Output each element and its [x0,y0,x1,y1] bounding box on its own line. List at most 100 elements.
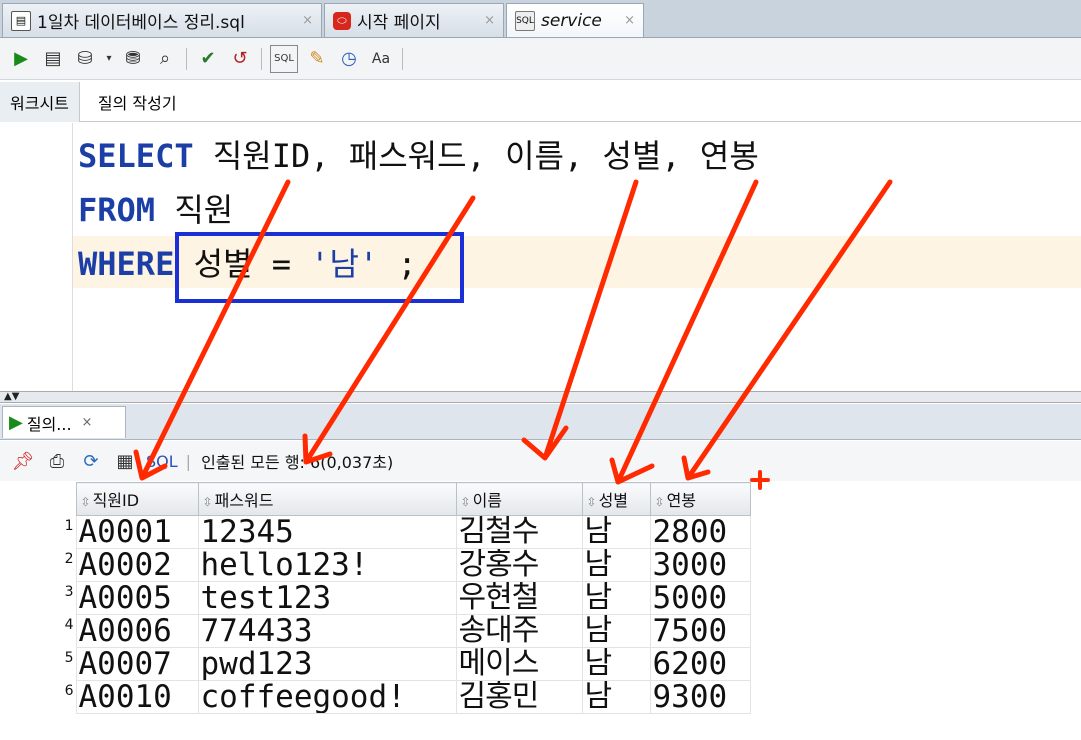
cell-password[interactable]: 12345 [197,515,457,549]
cell-name[interactable]: 우현철 [455,581,583,615]
sort-icon: ⇳ [202,495,213,509]
autotrace-icon[interactable]: ⛁ [72,46,98,72]
dropdown-arrow-icon[interactable]: ▾ [104,46,114,72]
cell-name[interactable]: 김철수 [455,515,583,549]
explain-plan-icon[interactable]: ⛃ [120,46,146,72]
sql-line-2[interactable]: FROM 직원 [78,184,233,236]
tab-worksheet[interactable]: 워크시트 [0,81,80,122]
row-number-header [0,482,76,516]
cell-id[interactable]: A0002 [75,548,199,582]
table-row[interactable]: 1 A0001 12345 김철수 남 2800 [0,515,751,549]
cell-salary[interactable]: 2800 [649,515,751,549]
cell-salary[interactable]: 7500 [649,614,751,648]
history-icon[interactable]: ◷ [336,46,362,72]
export-icon[interactable]: ▦ [112,448,138,474]
cell-id[interactable]: A0005 [75,581,199,615]
close-icon[interactable]: × [484,13,495,28]
table-row[interactable]: 4 A0006 774433 송대주 남 7500 [0,614,751,648]
sql-link[interactable]: SQL [146,452,178,471]
row-number: 3 [64,583,74,600]
table-row[interactable]: 2 A0002 hello123! 강홍수 남 3000 [0,548,751,582]
run-triangle-icon: ▶ [9,412,23,433]
table-row[interactable]: 3 A0005 test123 우현철 남 5000 [0,581,751,615]
run-statement-icon[interactable]: ▶ [8,46,34,72]
sql-connection-icon: SQL [515,10,535,31]
cell-salary[interactable]: 6200 [649,647,751,681]
rollback-icon[interactable]: ↺ [227,46,253,72]
cell-id[interactable]: A0007 [75,647,199,681]
results-toolbar: 📌︎ ⎙ ⟳ ▦ SQL | 인출된 모든 행: 6(0,037초) [0,441,1081,481]
refresh-icon[interactable]: ⟳ [78,448,104,474]
print-icon[interactable]: ⎙ [44,448,70,474]
where-clause-highlight-box [175,232,464,303]
sql-line-1[interactable]: SELECT 직원ID, 패스워드, 이름, 성별, 연봉 [78,130,759,182]
close-icon[interactable]: × [624,13,635,28]
result-tab-label: 질의... [26,414,72,434]
cell-name[interactable]: 강홍수 [455,548,583,582]
sort-icon: ⇳ [654,495,665,509]
sort-icon: ⇳ [80,495,91,509]
commit-icon[interactable]: ✔ [195,46,221,72]
tab-service[interactable]: SQL service × [506,3,644,37]
cell-id[interactable]: A0006 [75,614,199,648]
column-header-gender[interactable]: ⇳ 성별 [581,482,651,516]
sql-file-icon: ▤ [11,10,31,31]
cell-gender[interactable]: 남 [581,680,651,714]
table-row[interactable]: 6 A0010 coffeegood! 김홍민 남 9300 [0,680,751,714]
fetch-status: 인출된 모든 행: 6(0,037초) [201,453,394,472]
cell-gender[interactable]: 남 [581,581,651,615]
tune-icon[interactable]: ⌕ [152,46,178,72]
grid-header-row: ⇳ 직원ID ⇳ 패스워드 ⇳ 이름 ⇳ 성별 ⇳ 연봉 [0,482,751,516]
cell-salary[interactable]: 3000 [649,548,751,582]
worksheet-subtabs: 워크시트 질의 작성기 [0,81,1081,122]
tab-start-page[interactable]: ⬭ 시작 페이지 × [324,3,504,37]
editor-gutter [72,123,73,391]
tab-query-result[interactable]: ▶ 질의... × [2,406,126,438]
cell-name[interactable]: 메이스 [455,647,583,681]
row-number: 4 [64,616,74,633]
format-case-icon[interactable]: Aa [368,46,394,72]
row-number: 5 [64,649,74,666]
column-header-password[interactable]: ⇳ 패스워드 [197,482,457,516]
tab-sql-file[interactable]: ▤ 1일차 데이터베이스 정리.sql × [2,3,322,37]
cell-name[interactable]: 김홍민 [455,680,583,714]
cell-password[interactable]: hello123! [197,548,457,582]
sql-tuning-icon[interactable]: SQL [270,44,298,73]
toolbar-separator [402,47,403,70]
cell-gender[interactable]: 남 [581,647,651,681]
column-header-name[interactable]: ⇳ 이름 [455,482,583,516]
close-icon[interactable]: × [302,13,313,28]
toolbar-separator [186,47,187,70]
cell-gender[interactable]: 남 [581,614,651,648]
cell-gender[interactable]: 남 [581,548,651,582]
cell-id[interactable]: A0001 [75,515,199,549]
column-header-salary[interactable]: ⇳ 연봉 [649,482,751,516]
table-row[interactable]: 5 A0007 pwd123 메이스 남 6200 [0,647,751,681]
oracle-start-icon: ⬭ [333,11,351,30]
cell-salary[interactable]: 5000 [649,581,751,615]
results-grid: ⇳ 직원ID ⇳ 패스워드 ⇳ 이름 ⇳ 성별 ⇳ 연봉 1 A0001 12345 김철… [0,482,751,714]
cell-password[interactable]: pwd123 [197,647,457,681]
toolbar-separator [261,47,262,70]
toolbar-separator: | [185,451,192,471]
pin-icon[interactable]: 📌︎ [10,448,36,474]
tab-query-builder[interactable]: 질의 작성기 [88,82,187,122]
sort-icon: ⇳ [586,495,597,509]
close-icon[interactable]: × [82,415,93,430]
sort-icon: ⇳ [460,495,471,509]
results-tab-bar [0,404,1081,440]
cell-id[interactable]: A0010 [75,680,199,714]
run-script-icon[interactable]: ▤ [40,46,66,72]
tab-label: 시작 페이지 [357,13,441,33]
row-number: 1 [64,517,74,534]
cell-name[interactable]: 송대주 [455,614,583,648]
cell-password[interactable]: coffeegood! [197,680,457,714]
tab-label: 1일차 데이터베이스 정리.sql [37,13,245,33]
cell-password[interactable]: 774433 [197,614,457,648]
cell-password[interactable]: test123 [197,581,457,615]
cell-gender[interactable]: 남 [581,515,651,549]
cell-salary[interactable]: 9300 [649,680,751,714]
panel-splitter[interactable]: ▲▼ [0,391,1081,403]
clear-eraser-icon[interactable]: ✎ [304,46,330,72]
column-header-id[interactable]: ⇳ 직원ID [75,482,199,516]
